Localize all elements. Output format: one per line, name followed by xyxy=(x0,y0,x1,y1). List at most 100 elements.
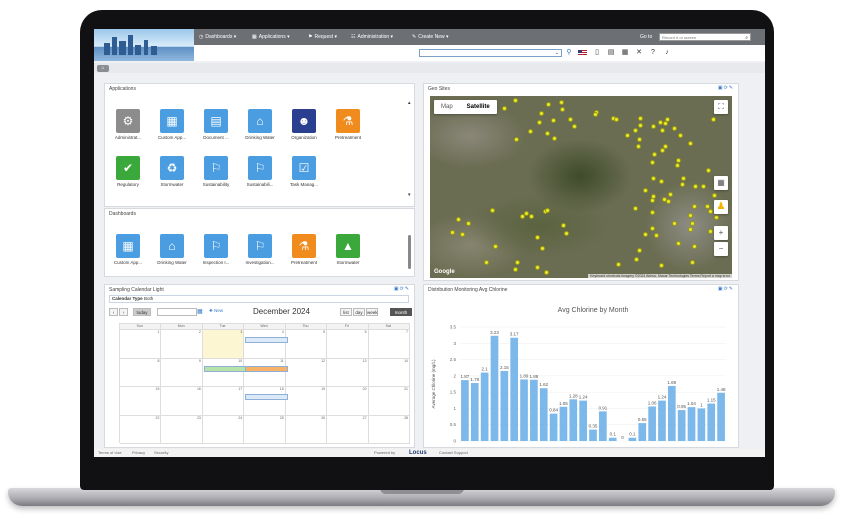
site-marker[interactable] xyxy=(502,106,508,112)
nav-dashboards[interactable]: ◷ Dashboards ▾ xyxy=(199,29,236,45)
site-marker[interactable] xyxy=(701,183,707,189)
calendar-day-cell[interactable]: 23 xyxy=(161,415,203,444)
calendar-day-cell[interactable]: 2 xyxy=(161,330,203,359)
app-tile[interactable]: ⚐ Sustainability xyxy=(199,156,233,187)
site-marker[interactable] xyxy=(691,243,697,249)
contact-support-link[interactable]: Contact Support xyxy=(439,449,468,457)
app-tile[interactable]: ⚐ Inspection I... xyxy=(199,234,233,265)
new-event-button[interactable]: ✚ New xyxy=(209,308,223,314)
calendar-day-cell[interactable]: 10 xyxy=(202,358,245,387)
app-tile[interactable]: ⌂ Drinking Water xyxy=(155,234,189,265)
location-pin-icon[interactable]: ⚲ xyxy=(564,48,574,58)
us-flag-icon[interactable] xyxy=(577,48,587,58)
nav-create-new[interactable]: ✎ Create New ▾ xyxy=(412,29,449,45)
home-icon[interactable]: ⌂ xyxy=(97,65,109,72)
site-marker[interactable] xyxy=(559,107,565,113)
site-marker[interactable] xyxy=(552,136,558,142)
app-tile[interactable]: ⌂ Drinking Water xyxy=(243,109,277,140)
today-button[interactable]: today xyxy=(133,308,151,316)
site-marker[interactable] xyxy=(659,178,665,184)
zoom-in-button[interactable]: + xyxy=(714,226,728,240)
calendar-day-cell[interactable]: 9 xyxy=(161,358,203,387)
calendar-day-cell[interactable]: 27 xyxy=(327,415,369,444)
app-tile[interactable]: ▦ Custom App... xyxy=(155,109,189,140)
site-marker[interactable] xyxy=(708,229,714,235)
site-marker[interactable] xyxy=(527,128,533,134)
site-marker[interactable] xyxy=(652,151,658,157)
grid-icon[interactable]: ▦ xyxy=(620,48,630,58)
bell-icon[interactable]: ♪ xyxy=(662,48,672,58)
site-marker[interactable] xyxy=(711,193,717,199)
site-marker[interactable] xyxy=(679,182,685,188)
calendar-event[interactable] xyxy=(245,365,288,372)
calendar-day-cell[interactable]: 20 xyxy=(327,387,369,416)
site-marker[interactable] xyxy=(637,116,643,122)
panel-controls[interactable]: ▣⟳✎ xyxy=(718,85,734,91)
site-marker[interactable] xyxy=(515,259,521,265)
app-tile[interactable]: ☑ Task Manag... xyxy=(287,156,321,187)
calendar-day-cell[interactable]: 28 xyxy=(368,415,410,444)
site-marker[interactable] xyxy=(705,167,711,173)
calendar-day-cell[interactable]: 3 xyxy=(202,330,245,359)
site-marker[interactable] xyxy=(674,163,680,169)
calendar-day-cell[interactable]: 19 xyxy=(285,387,328,416)
site-marker[interactable] xyxy=(690,220,696,226)
site-marker[interactable] xyxy=(643,231,649,237)
site-marker[interactable] xyxy=(539,110,545,116)
site-marker[interactable] xyxy=(634,256,640,262)
app-tile[interactable]: ⚙ Administrat... xyxy=(111,109,145,140)
calendar-day-cell[interactable]: 12 xyxy=(285,358,328,387)
tools-icon[interactable]: ✕ xyxy=(634,48,644,58)
site-marker[interactable] xyxy=(659,262,665,268)
calendar-day-cell[interactable]: 8 xyxy=(120,358,162,387)
view-day-button[interactable]: day xyxy=(353,308,365,316)
app-tile[interactable]: ▲ Stormwater xyxy=(331,234,365,265)
site-marker[interactable] xyxy=(546,102,552,108)
site-marker[interactable] xyxy=(659,127,665,133)
view-week-button[interactable]: week xyxy=(366,308,378,316)
calendar-day-cell[interactable]: 15 xyxy=(120,387,162,416)
site-marker[interactable] xyxy=(572,124,578,130)
site-marker[interactable] xyxy=(551,117,557,123)
site-marker[interactable] xyxy=(492,244,498,250)
site-marker[interactable] xyxy=(693,184,699,190)
calendar-day-cell[interactable]: 22 xyxy=(120,415,162,444)
calendar-day-cell[interactable]: 5 xyxy=(285,330,328,359)
site-marker[interactable] xyxy=(675,240,681,246)
fullscreen-icon[interactable]: ⛶ xyxy=(714,100,728,114)
app-tile[interactable]: ⚗ Pretreatment xyxy=(331,109,365,140)
site-marker[interactable] xyxy=(616,261,622,267)
site-marker[interactable] xyxy=(637,123,643,129)
nav-applications[interactable]: ▦ Applications ▾ xyxy=(252,29,290,45)
site-marker[interactable] xyxy=(613,116,619,122)
site-marker[interactable] xyxy=(672,221,678,227)
site-marker[interactable] xyxy=(561,223,567,229)
site-marker[interactable] xyxy=(649,160,655,166)
nav-administration[interactable]: ☷ Administration ▾ xyxy=(351,29,393,45)
site-marker[interactable] xyxy=(681,176,687,182)
site-marker[interactable] xyxy=(665,198,671,204)
site-marker[interactable] xyxy=(449,229,455,235)
site-marker[interactable] xyxy=(690,260,696,266)
site-marker[interactable] xyxy=(465,220,471,226)
site-marker[interactable] xyxy=(543,270,549,276)
security-link[interactable]: Security xyxy=(154,449,168,457)
dashboards-scrollbar[interactable] xyxy=(408,235,411,269)
calendar-day-cell[interactable]: 24 xyxy=(202,415,245,444)
site-marker[interactable] xyxy=(568,117,574,123)
calendar-day-cell[interactable]: 21 xyxy=(368,387,410,416)
terms-link[interactable]: Terms of Use xyxy=(98,449,122,457)
site-marker[interactable] xyxy=(513,137,519,143)
calendar-day-cell[interactable]: 7 xyxy=(368,330,410,359)
view-list-button[interactable]: list xyxy=(340,308,352,316)
privacy-link[interactable]: Privacy xyxy=(132,449,145,457)
goto-input[interactable]: Record # or screen ⌕ xyxy=(659,33,751,41)
calendar-day-cell[interactable]: 17 xyxy=(202,387,245,416)
app-tile[interactable]: ▦ Custom App... xyxy=(111,234,145,265)
scroll-up-icon[interactable]: ▴ xyxy=(408,100,411,106)
scroll-down-icon[interactable]: ▾ xyxy=(408,192,411,198)
view-month-button[interactable]: month xyxy=(390,308,412,316)
satellite-map[interactable]: Map Satellite ⛶ ▦ ♟ + − Google Keyboard … xyxy=(430,96,732,278)
map-attribution[interactable]: Keyboard shortcuts Imagery ©2024 Airbus,… xyxy=(588,274,732,278)
site-marker[interactable] xyxy=(512,267,518,273)
